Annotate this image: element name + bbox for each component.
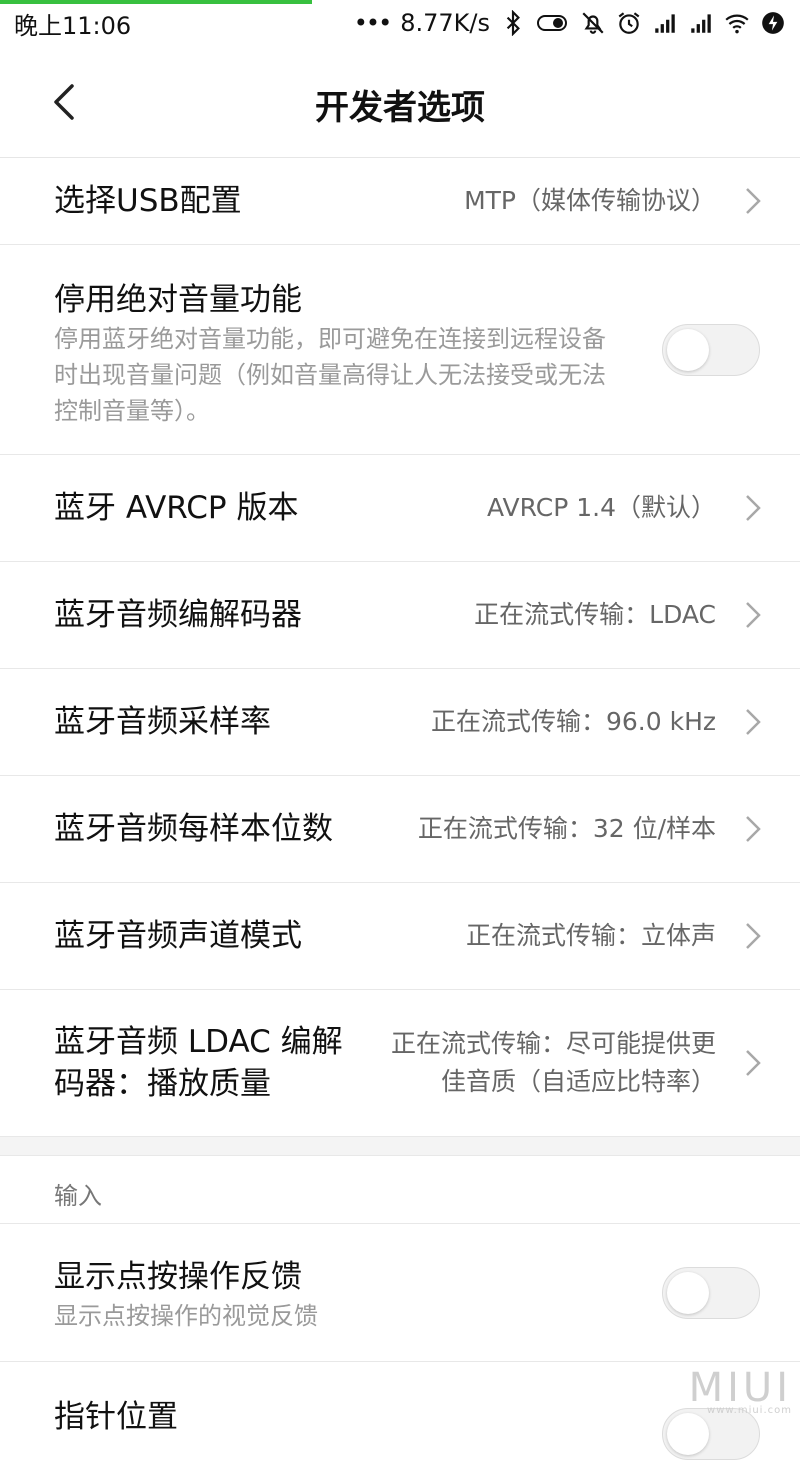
ldac-quality-row[interactable]: 蓝牙音频 LDAC 编解码器：播放质量 正在流式传输：尽可能提供更佳音质（自适应…	[0, 990, 800, 1137]
status-icons: ••• 8.77K/s	[354, 9, 786, 37]
row-title: 显示点按操作反馈	[54, 1259, 302, 1295]
toggle-knob	[667, 1413, 709, 1455]
page-title: 开发者选项	[315, 88, 485, 128]
row-value: MTP（媒体传输协议）	[464, 186, 716, 215]
mute-icon	[582, 12, 604, 34]
charging-icon	[762, 12, 784, 34]
row-value: 正在流式传输：32 位/样本	[417, 814, 716, 843]
audio-codec-row[interactable]: 蓝牙音频编解码器 正在流式传输：LDAC	[0, 562, 800, 669]
wifi-icon	[725, 14, 749, 34]
settings-list: 选择USB配置 MTP（媒体传输协议） 停用绝对音量功能 停用蓝牙绝对音量功能，…	[0, 158, 800, 1460]
row-title: 蓝牙音频每样本位数	[54, 811, 333, 847]
signal-icon	[655, 14, 675, 33]
row-title: 蓝牙音频 LDAC 编解码器：播放质量	[54, 1024, 343, 1102]
row-title: 蓝牙音频声道模式	[54, 918, 302, 954]
chevron-right-icon	[746, 602, 761, 628]
status-bar: 晚上11:06 ••• 8.77K/s	[0, 0, 800, 46]
more-dots: •••	[353, 9, 392, 37]
row-title: 选择USB配置	[54, 183, 242, 219]
row-value: 正在流式传输：LDAC	[474, 600, 716, 629]
network-speed: 8.77K/s	[400, 9, 490, 37]
row-value: 正在流式传输：立体声	[465, 921, 716, 950]
alarm-icon	[618, 12, 640, 34]
chevron-right-icon	[746, 495, 761, 521]
row-value: AVRCP 1.4（默认）	[487, 493, 716, 522]
section-header-input: 输入	[0, 1156, 800, 1224]
row-value: 正在流式传输：尽可能提供更佳音质（自适应比特率）	[390, 1029, 716, 1096]
battery-saver-icon	[537, 15, 567, 31]
pointer-location-row: 指针位置	[0, 1362, 800, 1460]
chevron-right-icon	[746, 709, 761, 735]
toggle-knob	[667, 1272, 709, 1314]
bits-per-sample-row[interactable]: 蓝牙音频每样本位数 正在流式传输：32 位/样本	[0, 776, 800, 883]
toggle-knob	[667, 329, 709, 371]
chevron-right-icon	[746, 188, 761, 214]
row-title: 指针位置	[54, 1399, 178, 1435]
show-taps-row: 显示点按操作反馈 显示点按操作的视觉反馈	[0, 1224, 800, 1362]
chevron-right-icon	[746, 1050, 761, 1076]
row-title: 蓝牙 AVRCP 版本	[54, 490, 299, 526]
app-header: 开发者选项	[0, 46, 800, 158]
row-title: 停用绝对音量功能	[54, 282, 302, 318]
chevron-right-icon	[746, 923, 761, 949]
row-title: 蓝牙音频编解码器	[54, 597, 302, 633]
usb-config-row[interactable]: 选择USB配置 MTP（媒体传输协议）	[0, 158, 800, 245]
channel-mode-row[interactable]: 蓝牙音频声道模式 正在流式传输：立体声	[0, 883, 800, 990]
row-description: 显示点按操作的视觉反馈	[54, 1302, 318, 1330]
row-value: 正在流式传输：96.0 kHz	[430, 707, 716, 736]
miui-watermark: MIUI www.miui.com	[689, 1365, 792, 1416]
status-time: 晚上11:06	[14, 11, 132, 40]
absolute-volume-toggle[interactable]	[662, 324, 760, 376]
row-description: 停用蓝牙绝对音量功能，即可避免在连接到远程设备时出现音量问题（例如音量高得让人无…	[54, 325, 606, 425]
chevron-right-icon	[746, 816, 761, 842]
sample-rate-row[interactable]: 蓝牙音频采样率 正在流式传输：96.0 kHz	[0, 669, 800, 776]
bluetooth-icon	[506, 10, 520, 36]
row-title: 蓝牙音频采样率	[54, 704, 271, 740]
avrcp-version-row[interactable]: 蓝牙 AVRCP 版本 AVRCP 1.4（默认）	[0, 455, 800, 562]
signal-icon-2	[691, 14, 711, 33]
disable-absolute-volume-row: 停用绝对音量功能 停用蓝牙绝对音量功能，即可避免在连接到远程设备时出现音量问题（…	[0, 245, 800, 455]
section-gap	[0, 1137, 800, 1156]
show-taps-toggle[interactable]	[662, 1267, 760, 1319]
